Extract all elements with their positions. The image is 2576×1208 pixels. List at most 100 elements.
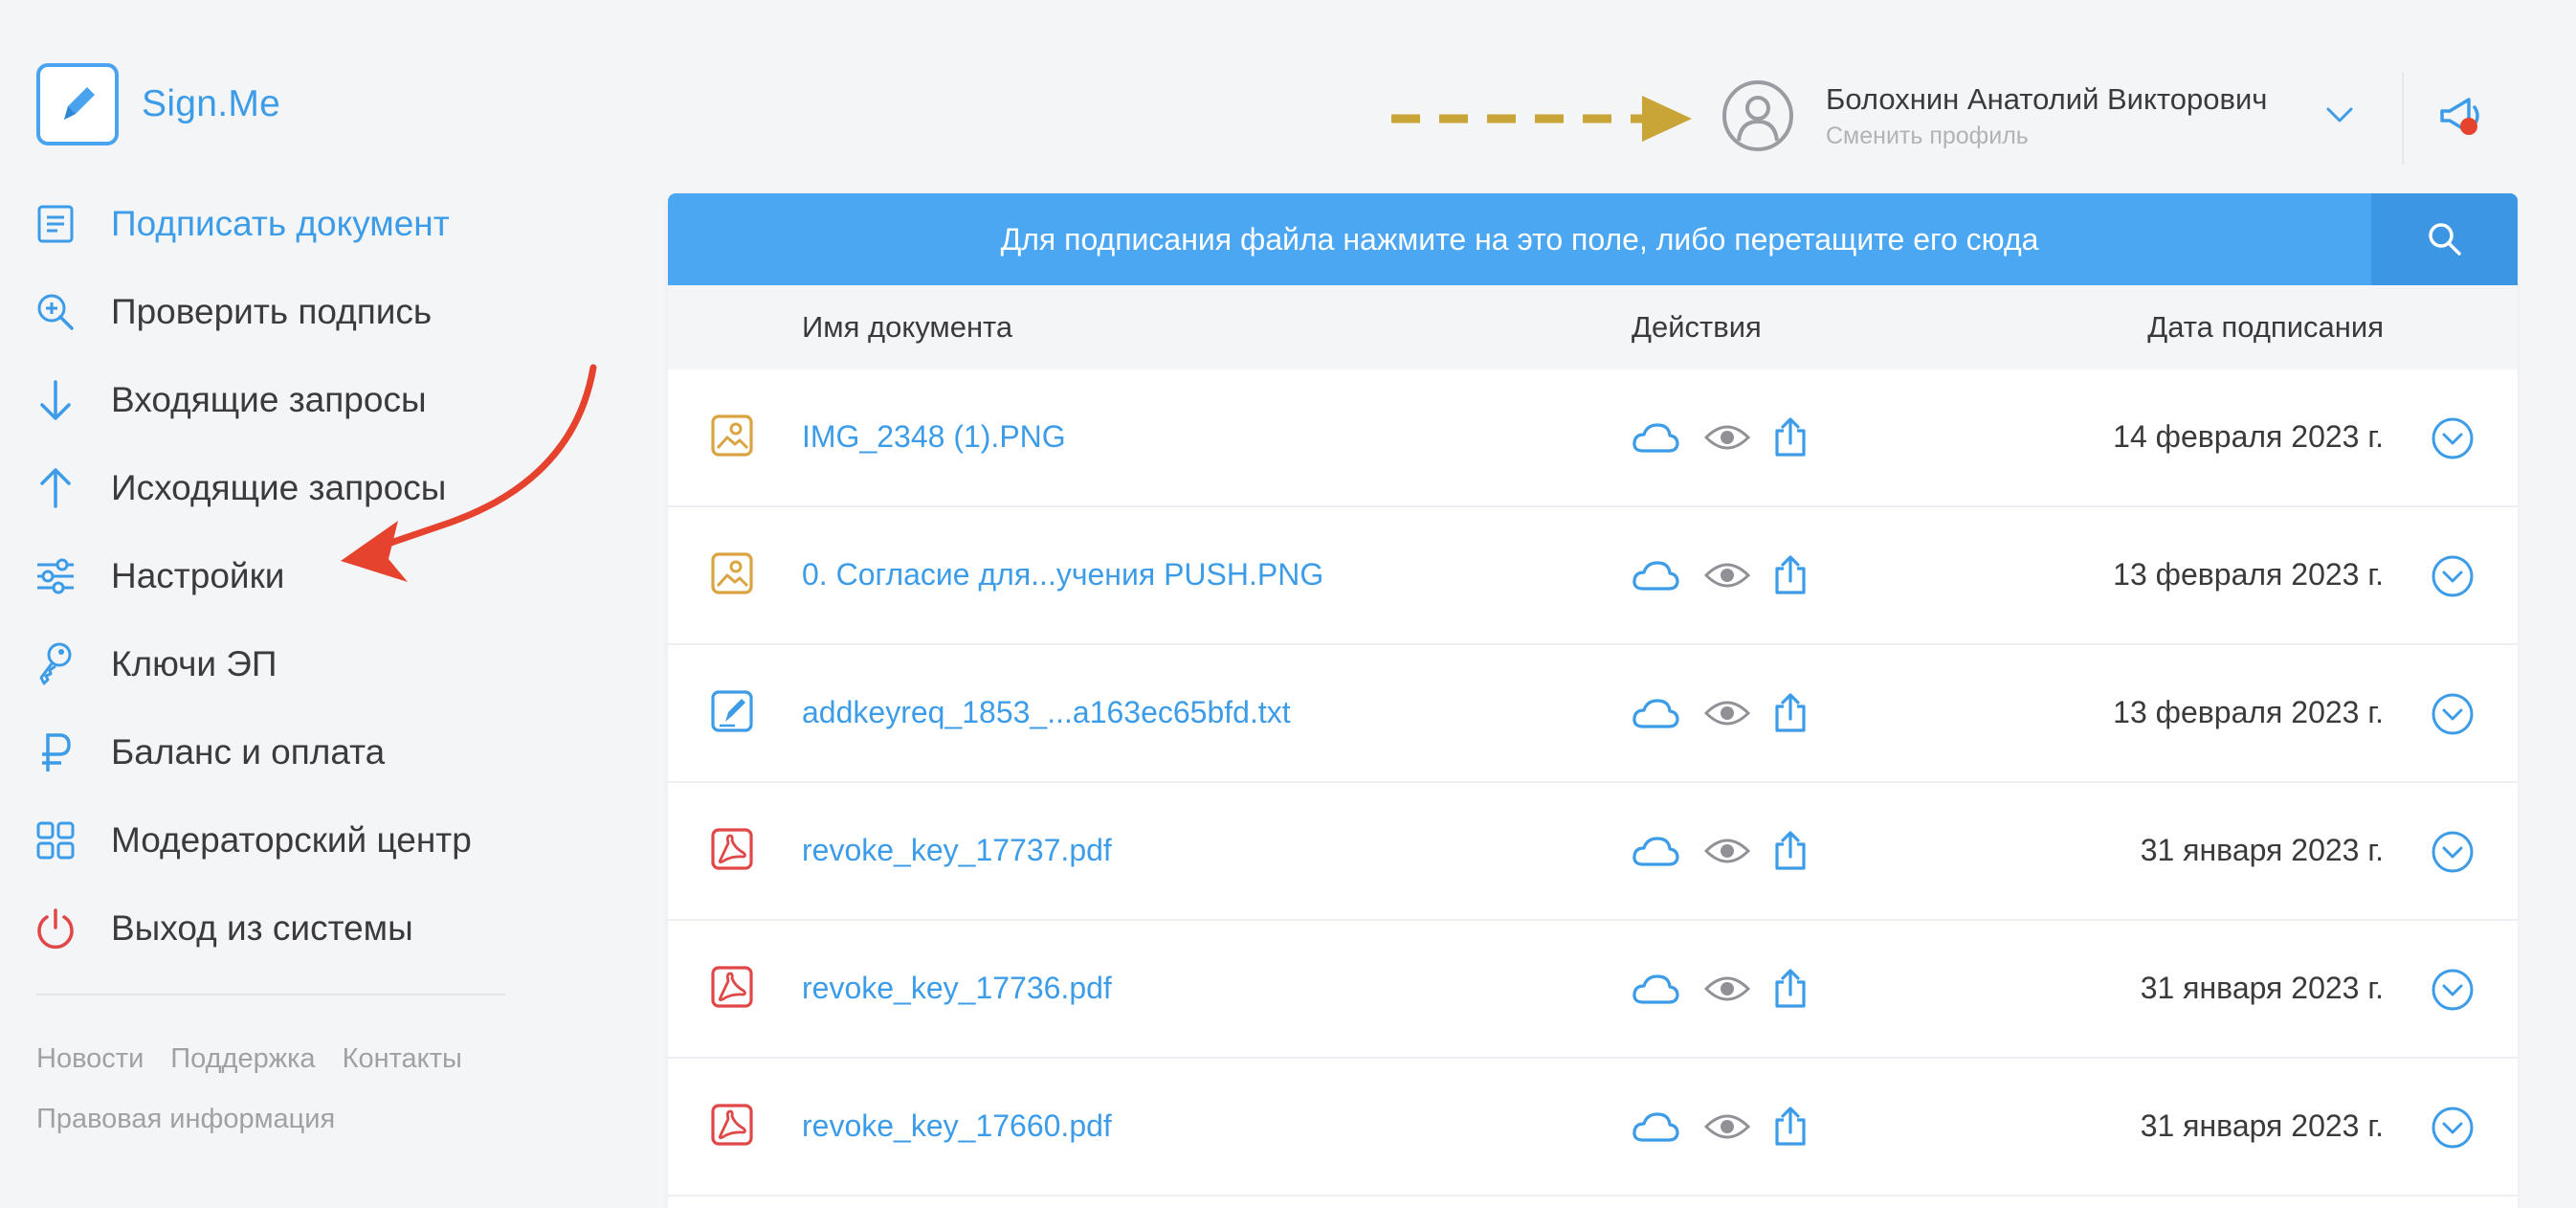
pdf-file-icon — [710, 827, 754, 876]
eye-icon[interactable] — [1702, 829, 1752, 873]
sidebar-item-moderator[interactable]: Модераторский центр — [34, 796, 551, 884]
document-icon — [34, 203, 77, 245]
signed-date: 31 января 2023 г. — [2140, 833, 2384, 867]
footer-link-support[interactable]: Поддержка — [170, 1043, 315, 1075]
cloud-icon[interactable] — [1632, 967, 1679, 1011]
brand-name: Sign.Me — [142, 83, 281, 124]
cloud-icon[interactable] — [1632, 415, 1679, 459]
notification-icon[interactable] — [2434, 94, 2488, 142]
eye-icon[interactable] — [1702, 967, 1752, 1011]
sidebar-item-label: Проверить подпись — [111, 292, 433, 331]
avatar-icon — [1722, 80, 1793, 151]
row-actions — [1632, 691, 1810, 735]
table-row: addkeyreq_1853_...a163ec65bfd.txt 13 фев… — [668, 645, 2518, 783]
expand-chevron-icon[interactable] — [2430, 415, 2476, 466]
document-name-link[interactable]: 0. Согласие для...учения PUSH.PNG — [802, 557, 1323, 593]
expand-chevron-icon[interactable] — [2430, 691, 2476, 742]
profile-name: Болохнин Анатолий Викторович — [1826, 81, 2268, 116]
share-icon[interactable] — [1771, 967, 1810, 1011]
cloud-icon[interactable] — [1632, 691, 1679, 735]
row-actions — [1632, 829, 1810, 873]
signed-date: 13 февраля 2023 г. — [2113, 557, 2384, 592]
documents-card: Для подписания файла нажмите на это поле… — [668, 193, 2518, 1208]
expand-chevron-icon[interactable] — [2430, 553, 2476, 604]
profile-switcher[interactable]: Болохнин Анатолий Викторович Сменить про… — [1722, 80, 2267, 151]
profile-switch-link[interactable]: Сменить профиль — [1826, 123, 2267, 150]
share-icon[interactable] — [1771, 1105, 1810, 1149]
share-icon[interactable] — [1771, 829, 1810, 873]
sidebar-divider — [36, 994, 505, 995]
footer-link-contacts[interactable]: Контакты — [343, 1043, 462, 1075]
share-icon[interactable] — [1771, 691, 1810, 735]
share-icon[interactable] — [1771, 553, 1810, 597]
table-row: revoke_key_17737.pdf 31 января 2023 г. — [668, 783, 2518, 921]
logo-icon — [36, 63, 119, 145]
sidebar-item-balance[interactable]: Баланс и оплата — [34, 708, 551, 796]
logo[interactable]: Sign.Me — [36, 63, 280, 145]
sidebar-item-keys[interactable]: Ключи ЭП — [34, 620, 551, 708]
grid-icon — [34, 819, 77, 861]
sliders-icon — [34, 555, 77, 597]
sidebar-item-sign-document[interactable]: Подписать документ — [34, 180, 551, 268]
expand-chevron-icon[interactable] — [2430, 967, 2476, 1018]
footer-links: Новости Поддержка Контакты Правовая инфо… — [36, 1043, 462, 1164]
eye-icon[interactable] — [1702, 415, 1752, 459]
signed-date: 31 января 2023 г. — [2140, 971, 2384, 1005]
eye-icon[interactable] — [1702, 1105, 1752, 1149]
signed-date: 31 января 2023 г. — [2140, 1108, 2384, 1143]
eye-icon[interactable] — [1702, 553, 1752, 597]
signed-date: 13 февраля 2023 г. — [2113, 695, 2384, 729]
image-file-icon — [710, 551, 754, 600]
document-name-link[interactable]: revoke_key_17737.pdf — [802, 833, 1112, 868]
table-row: 0. Согласие для...учения PUSH.PNG 13 фев… — [668, 507, 2518, 645]
sidebar-item-label: Баланс и оплата — [111, 732, 386, 772]
document-name-link[interactable]: revoke_key_17736.pdf — [802, 971, 1112, 1006]
share-icon[interactable] — [1771, 415, 1810, 459]
text-file-icon — [710, 689, 754, 738]
power-icon — [34, 907, 77, 950]
sidebar-item-check-signature[interactable]: Проверить подпись — [34, 268, 551, 356]
sidebar-item-label: Подписать документ — [111, 204, 450, 243]
table-row: revoke_key_17660.pdf 31 января 2023 г. — [668, 1059, 2518, 1197]
eye-icon[interactable] — [1702, 691, 1752, 735]
image-file-icon — [710, 414, 754, 462]
arrow-down-icon — [34, 379, 77, 421]
column-header-actions: Действия — [1632, 310, 1762, 344]
upload-dropzone[interactable]: Для подписания файла нажмите на это поле… — [668, 193, 2518, 285]
app-page: Sign.Me Подписать документ Проверить под… — [0, 0, 2576, 1208]
search-icon — [2428, 223, 2461, 256]
annotation-arrow-dashed — [1391, 96, 1692, 142]
document-name-link[interactable]: addkeyreq_1853_...a163ec65bfd.txt — [802, 695, 1291, 730]
profile-text: Болохнин Анатолий Викторович Сменить про… — [1826, 82, 2267, 150]
cloud-icon[interactable] — [1632, 829, 1679, 873]
column-header-name[interactable]: Имя документа — [802, 310, 1012, 345]
arrow-up-icon — [34, 467, 77, 509]
row-actions — [1632, 415, 1810, 459]
signed-date: 14 февраля 2023 г. — [2113, 419, 2384, 454]
search-button[interactable] — [2371, 193, 2518, 285]
sidebar-item-label: Настройки — [111, 556, 285, 595]
expand-chevron-icon[interactable] — [2430, 829, 2476, 880]
table-header: Имя документа Действия Дата подписания — [668, 285, 2518, 369]
zoom-check-icon — [34, 291, 77, 333]
footer-link-news[interactable]: Новости — [36, 1043, 144, 1075]
table-row: revoke_key_17736.pdf 31 января 2023 г. — [668, 921, 2518, 1059]
footer-link-legal[interactable]: Правовая информация — [36, 1104, 335, 1135]
cloud-icon[interactable] — [1632, 1105, 1679, 1149]
header-divider — [2402, 73, 2404, 165]
column-header-date[interactable]: Дата подписания — [2147, 310, 2384, 345]
annotation-arrow-red — [341, 364, 597, 582]
chevron-down-icon[interactable] — [2325, 105, 2354, 124]
documents-list: IMG_2348 (1).PNG 14 февраля 2023 г. 0. С… — [668, 369, 2518, 1197]
sidebar-item-logout[interactable]: Выход из системы — [34, 884, 551, 973]
row-actions — [1632, 1105, 1810, 1149]
pdf-file-icon — [710, 1103, 754, 1152]
sidebar-item-label: Модераторский центр — [111, 820, 472, 860]
sidebar-item-label: Выход из системы — [111, 908, 413, 948]
document-name-link[interactable]: revoke_key_17660.pdf — [802, 1108, 1112, 1144]
cloud-icon[interactable] — [1632, 553, 1679, 597]
row-actions — [1632, 967, 1810, 1011]
document-name-link[interactable]: IMG_2348 (1).PNG — [802, 419, 1066, 455]
expand-chevron-icon[interactable] — [2430, 1105, 2476, 1155]
key-icon — [34, 642, 77, 685]
